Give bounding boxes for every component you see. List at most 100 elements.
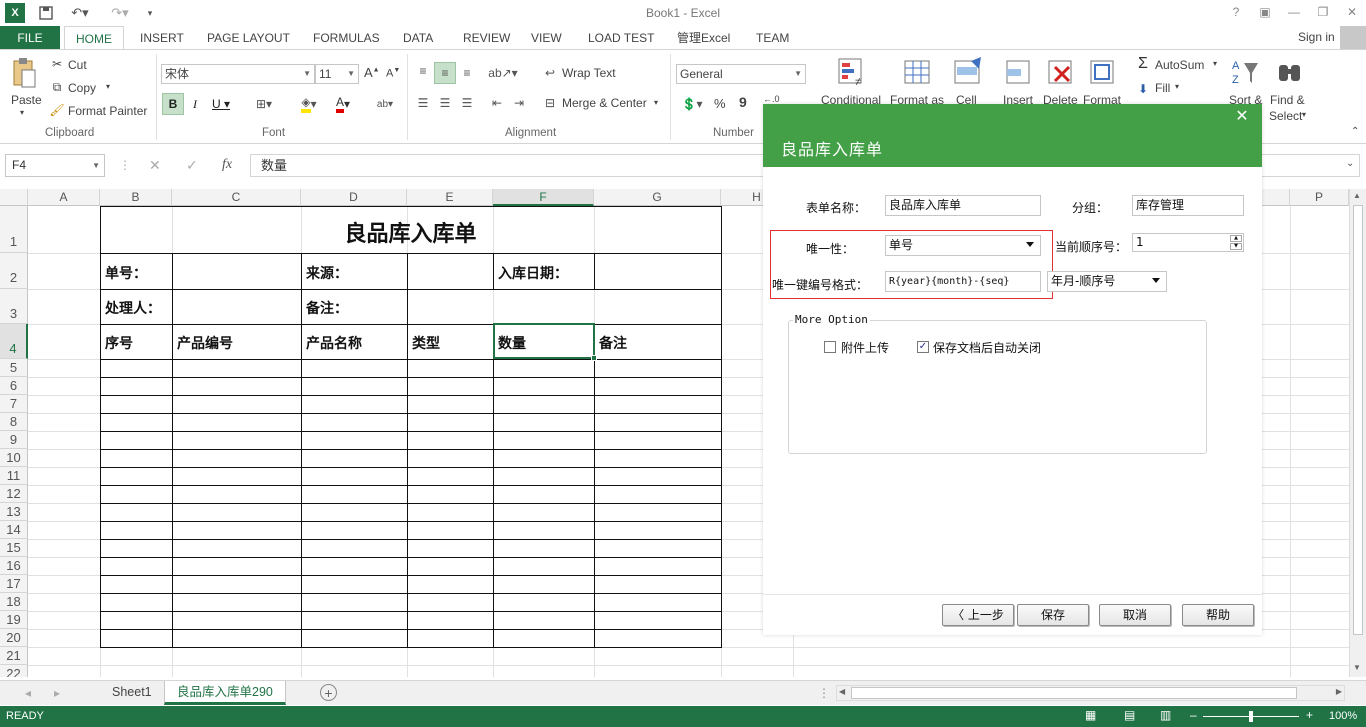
close-icon[interactable]: ✕ <box>1339 2 1365 22</box>
align-center-icon[interactable]: ☰ <box>436 94 454 112</box>
tab-file[interactable]: FILE <box>0 26 60 50</box>
autosum-icon[interactable]: Σ <box>1134 55 1152 73</box>
copy-icon[interactable]: ⧉ <box>50 80 64 94</box>
sort-filter-icon[interactable]: AZ <box>1229 56 1261 88</box>
zoom-slider-thumb[interactable] <box>1249 711 1253 722</box>
row-header-9[interactable]: 9 <box>0 431 28 449</box>
cancel-button[interactable]: 取消 <box>1099 604 1171 626</box>
row-header-8[interactable]: 8 <box>0 413 28 431</box>
merge-dropdown-icon[interactable]: ▾ <box>654 98 658 107</box>
prev-sheet-icon[interactable]: ◂ <box>25 686 31 700</box>
orientation-icon[interactable]: ab↗▾ <box>488 62 518 84</box>
avatar[interactable] <box>1340 26 1366 50</box>
align-left-icon[interactable]: ☰ <box>414 94 432 112</box>
row-header-15[interactable]: 15 <box>0 539 28 557</box>
font-color-icon[interactable]: A ▾ <box>328 93 358 115</box>
row-header-4[interactable]: 4 <box>0 324 28 359</box>
h-scroll-thumb[interactable] <box>851 687 1297 699</box>
prev-step-button[interactable]: 〈 上一步 <box>942 604 1014 626</box>
cell-b4[interactable]: 序号 <box>105 333 133 353</box>
sheet-tab-inbound[interactable]: 良品库入库单290 <box>164 681 286 705</box>
row-header-17[interactable]: 17 <box>0 575 28 593</box>
cell-f2[interactable]: 入库日期： <box>498 263 568 283</box>
attach-upload-label[interactable]: 附件上传 <box>841 339 889 356</box>
column-header-a[interactable]: A <box>28 189 100 206</box>
format-as-table-icon[interactable] <box>902 56 934 88</box>
find-select-button[interactable]: Find & <box>1270 93 1305 107</box>
dialog-close-icon[interactable]: ✕ <box>1229 106 1255 128</box>
sheet-tab-sheet1[interactable]: Sheet1 <box>100 681 164 705</box>
cell-c4[interactable]: 产品编号 <box>177 333 233 353</box>
help-button[interactable]: ? <box>1223 2 1249 22</box>
cut-button[interactable]: Cut <box>68 58 87 72</box>
format-cells-icon[interactable] <box>1086 56 1118 88</box>
seq-up-icon[interactable]: ▲ <box>1230 235 1242 242</box>
select-button[interactable]: Select <box>1269 109 1302 123</box>
font-name-select[interactable]: 宋体 ▼ <box>161 64 315 84</box>
wrap-text-button[interactable]: Wrap Text <box>562 66 616 80</box>
cell-g4[interactable]: 备注 <box>599 333 627 353</box>
column-header-d[interactable]: D <box>301 189 407 206</box>
key-format-select[interactable]: 年月-顺序号 <box>1047 271 1167 292</box>
borders-icon[interactable]: ⊞▾ <box>250 93 278 115</box>
tab-view[interactable]: VIEW <box>523 26 570 50</box>
row-header-10[interactable]: 10 <box>0 449 28 467</box>
auto-close-label[interactable]: 保存文档后自动关闭 <box>933 339 1041 356</box>
fill-icon[interactable]: ⬇ <box>1134 80 1152 98</box>
copy-dropdown-icon[interactable]: ▾ <box>106 82 110 91</box>
tab-team[interactable]: TEAM <box>748 26 797 50</box>
attach-upload-checkbox[interactable] <box>824 341 836 353</box>
name-box[interactable]: F4 ▼ <box>5 154 105 177</box>
underline-icon[interactable]: U ▾ <box>208 93 234 115</box>
align-middle-icon[interactable]: ≡ <box>434 62 456 84</box>
column-header-e[interactable]: E <box>407 189 493 206</box>
row-header-1[interactable]: 1 <box>0 206 28 253</box>
wrap-text-icon[interactable]: ↩ <box>541 64 559 82</box>
phonetic-icon[interactable]: ab▾ <box>370 93 400 115</box>
column-header-g[interactable]: G <box>594 189 721 206</box>
row-header-12[interactable]: 12 <box>0 485 28 503</box>
minimize-icon[interactable]: — <box>1281 2 1307 22</box>
auto-close-checkbox[interactable]: ✓ <box>917 341 929 353</box>
tab-page-layout[interactable]: PAGE LAYOUT <box>199 26 298 50</box>
seq-stepper[interactable]: 1 ▲ ▼ <box>1132 233 1244 252</box>
italic-icon[interactable]: I <box>186 93 204 115</box>
row-header-2[interactable]: 2 <box>0 253 28 289</box>
fill-handle[interactable] <box>591 355 597 361</box>
form-name-input[interactable]: 良品库入库单 <box>885 195 1041 216</box>
row-header-19[interactable]: 19 <box>0 611 28 629</box>
increase-font-icon[interactable]: A▲ <box>364 65 380 80</box>
align-bottom-icon[interactable]: ≡ <box>458 62 476 84</box>
scroll-up-icon[interactable]: ▲ <box>1353 191 1361 200</box>
column-header-f[interactable]: F <box>493 189 594 206</box>
row-header-16[interactable]: 16 <box>0 557 28 575</box>
row-header-3[interactable]: 3 <box>0 289 28 324</box>
zoom-in-icon[interactable]: + <box>1306 708 1313 722</box>
row-header-7[interactable]: 7 <box>0 395 28 413</box>
cell-d2[interactable]: 来源： <box>306 263 348 283</box>
fill-button[interactable]: Fill <box>1155 81 1170 95</box>
merge-center-button[interactable]: Merge & Center <box>562 96 647 110</box>
column-header-b[interactable]: B <box>100 189 172 206</box>
zoom-out-icon[interactable]: – <box>1190 708 1197 722</box>
key-format-input[interactable]: R{year}{month}-{seq} <box>885 271 1041 292</box>
comma-icon[interactable]: 9 <box>739 94 747 110</box>
cell-styles-icon[interactable] <box>952 56 984 88</box>
vertical-scrollbar[interactable]: ▲ ▼ <box>1349 189 1366 677</box>
expand-formula-bar-icon[interactable]: ⌄ <box>1346 158 1354 169</box>
normal-view-icon[interactable]: ▦ <box>1085 708 1096 722</box>
percent-icon[interactable]: % <box>714 96 726 111</box>
align-right-icon[interactable]: ☰ <box>458 94 476 112</box>
column-header-c[interactable]: C <box>172 189 301 206</box>
decrease-indent-icon[interactable]: ⇤ <box>488 94 506 112</box>
horizontal-scrollbar[interactable]: ◀ ▶ <box>836 685 1345 701</box>
fill-color-icon[interactable]: ◈ ▾ <box>294 93 324 115</box>
scroll-right-icon[interactable]: ▶ <box>1336 687 1342 696</box>
tab-manage-excel[interactable]: 管理Excel <box>669 26 738 50</box>
add-sheet-icon[interactable]: + <box>320 684 337 701</box>
autosum-button[interactable]: AutoSum <box>1155 58 1204 72</box>
row-header-14[interactable]: 14 <box>0 521 28 539</box>
restore-icon[interactable]: ❐ <box>1310 2 1336 22</box>
cell-e4[interactable]: 类型 <box>412 333 440 353</box>
row-header-18[interactable]: 18 <box>0 593 28 611</box>
